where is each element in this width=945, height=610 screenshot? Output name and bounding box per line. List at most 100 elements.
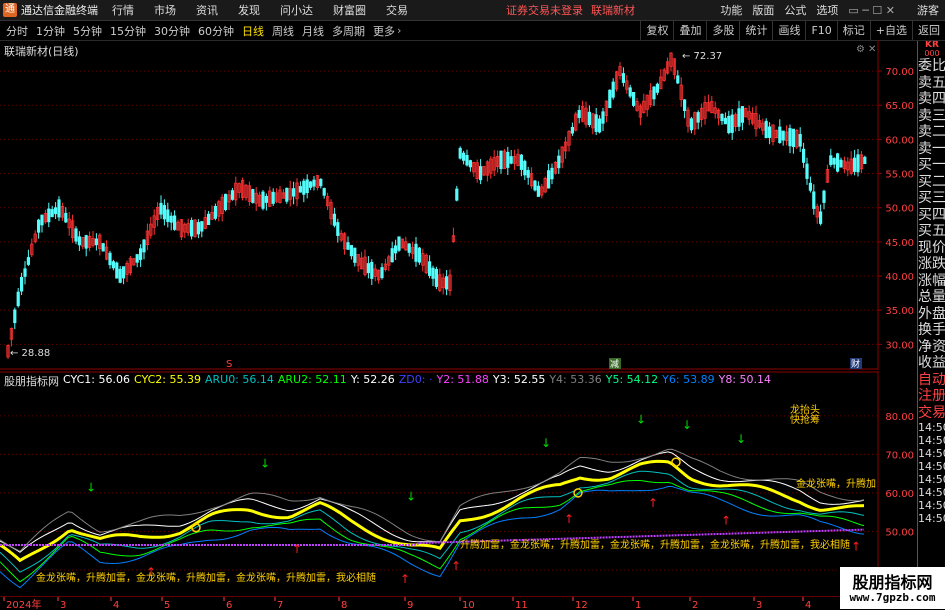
candle-body (200, 221, 204, 232)
alert-stock-name[interactable]: 联瑞新材 (591, 2, 635, 18)
adjust-button[interactable]: 复权 (640, 21, 673, 40)
candlestick-chart[interactable]: 70.00 65.00 60.00 55.00 50.00 45.00 40.00 35.00… (0, 40, 917, 370)
candle-body (533, 180, 537, 191)
multi-stock-button[interactable]: 多股 (706, 21, 739, 40)
candle-body (264, 195, 269, 203)
candle-body (23, 268, 27, 277)
candle-body (683, 99, 687, 112)
indicator-value: ZD0: · (398, 373, 433, 386)
panel-item: 收益 (918, 355, 945, 371)
login-alert[interactable]: 证券交易未登录 (506, 2, 583, 18)
menu-item-discover[interactable]: 发现 (238, 2, 260, 18)
candle-body (689, 118, 694, 131)
sell-arrow-icon: ↑ (292, 542, 302, 556)
panel-item: 净资 (918, 338, 945, 355)
indicator-tick: 70.00 (885, 450, 914, 461)
indicator-chart[interactable]: 80.0070.0060.0050.0040.00 ↓↑↓↑↓↑↑↓↑↓↑↓↑↓… (0, 371, 917, 597)
menu-item-news[interactable]: 资讯 (196, 2, 218, 18)
period-1min[interactable]: 1分钟 (36, 23, 65, 39)
user-label[interactable]: 游客 (917, 2, 939, 18)
indicator-name[interactable]: 股朋指标网 (4, 373, 59, 389)
candle-body (291, 188, 296, 197)
watermark-title: 股朋指标网 (852, 573, 933, 592)
candle-body (444, 276, 449, 290)
candle-body (655, 83, 660, 93)
menu-item-quotes[interactable]: 行情 (112, 2, 134, 18)
candle-body (196, 222, 200, 235)
candle-body (798, 134, 802, 147)
add-watchlist-button[interactable]: +自选 (869, 21, 912, 40)
price-tick: 55.00 (885, 170, 914, 181)
panel-item: 14:50 (918, 460, 945, 473)
buy-arrow-icon: ↓ (260, 456, 270, 470)
menu-formula[interactable]: 公式 (784, 2, 806, 18)
candle-body (189, 219, 194, 237)
period-15min[interactable]: 15分钟 (110, 23, 146, 39)
candle-body (730, 114, 734, 133)
period-60min[interactable]: 60分钟 (198, 23, 234, 39)
period-5min[interactable]: 5分钟 (73, 23, 102, 39)
period-multi[interactable]: 多周期 (332, 23, 365, 39)
candle-body (13, 309, 17, 324)
candle-body (380, 267, 384, 279)
menu-options[interactable]: 选项 (816, 2, 838, 18)
chevron-right-icon[interactable]: › (397, 24, 401, 37)
window-controls[interactable]: ▭ ─ ☐ ✕ (848, 4, 895, 17)
buy-arrow-icon: ↓ (636, 413, 646, 427)
close-icon: ✕ (868, 44, 876, 55)
panel-item: 卖三 (918, 107, 945, 124)
menu-item-market[interactable]: 市场 (154, 2, 176, 18)
period-monthly[interactable]: 月线 (302, 23, 324, 39)
panel-item[interactable]: 交易 (918, 405, 945, 422)
menu-layout[interactable]: 版面 (752, 2, 774, 18)
candle-body (223, 193, 228, 211)
menu-item-wealth[interactable]: 财富圈 (333, 2, 366, 18)
candle-body (47, 208, 51, 223)
sell-arrow-icon: ↑ (721, 514, 731, 528)
candle-body (547, 170, 551, 189)
period-toolbar: 分时 1分钟 5分钟 15分钟 30分钟 60分钟 日线 周线 月线 多周期 更… (0, 21, 945, 41)
candle-body (16, 291, 20, 307)
f10-button[interactable]: F10 (805, 21, 836, 40)
candle-body (54, 207, 58, 215)
candle-body (427, 261, 432, 276)
candle-body (370, 261, 374, 279)
candle-body (791, 128, 796, 148)
indicator-value: CYC2: 55.39 (133, 373, 201, 386)
candle-body (393, 245, 398, 254)
menu-item-trade[interactable]: 交易 (386, 2, 408, 18)
high-label: ← 72.37 (682, 51, 722, 62)
period-daily[interactable]: 日线 (242, 23, 264, 39)
period-fenshi[interactable]: 分时 (6, 23, 28, 39)
draw-line-button[interactable]: 画线 (772, 21, 805, 40)
cyc1-line (0, 451, 865, 553)
back-button[interactable]: 返回 (912, 21, 945, 40)
period-30min[interactable]: 30分钟 (154, 23, 190, 39)
panel-item: 14:50 (918, 447, 945, 460)
watermark-url: www.7gpzb.com (849, 591, 936, 604)
chart-title: 联瑞新材(日线) (4, 45, 79, 58)
panel-item[interactable]: 自动 (918, 372, 945, 389)
panel-item: 卖五 (918, 74, 945, 91)
panel-item: 14:50 (918, 486, 945, 499)
statistics-button[interactable]: 统计 (739, 21, 772, 40)
panel-item: 14:50 (918, 434, 945, 447)
menu-item-ask[interactable]: 问小达 (280, 2, 313, 18)
indicator-value: Y5: 54.12 (605, 373, 659, 386)
marker-jian: 减 (610, 358, 619, 370)
app-logo-icon: 通 (3, 3, 17, 17)
candle-body (652, 86, 656, 100)
period-weekly[interactable]: 周线 (272, 23, 294, 39)
candle-body (26, 257, 31, 265)
indicator-value: Y: 52.26 (350, 373, 395, 386)
panel-item[interactable]: 注册 (918, 388, 945, 405)
mark-button[interactable]: 标记 (836, 21, 870, 40)
candle-body (302, 180, 306, 195)
panel-item: 涨跌 (918, 256, 945, 272)
menu-function[interactable]: 功能 (720, 2, 742, 18)
panel-item: 买二 (918, 173, 945, 190)
main-grid (0, 40, 879, 370)
sell-arrow-icon: ↑ (564, 512, 574, 526)
overlay-button[interactable]: 叠加 (673, 21, 706, 40)
period-more[interactable]: 更多 (373, 23, 395, 39)
